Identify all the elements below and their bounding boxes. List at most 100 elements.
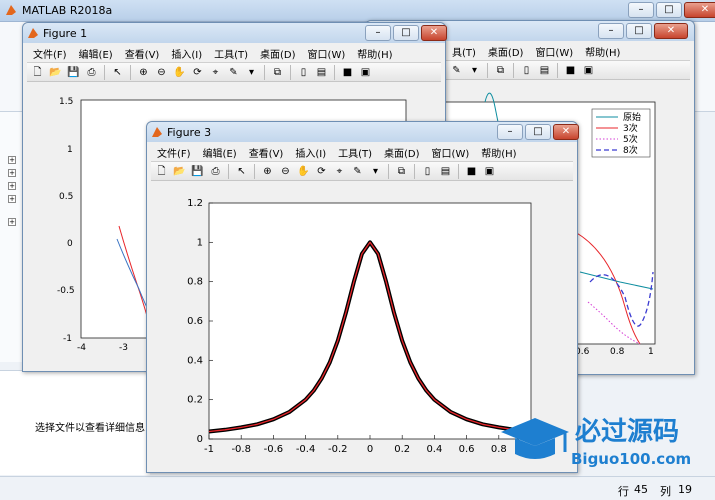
- y-tick-label: 0: [67, 239, 73, 249]
- menu-item[interactable]: 编辑(E): [197, 144, 243, 160]
- tree-expander[interactable]: +: [8, 195, 16, 203]
- close-button[interactable]: ✕: [421, 25, 447, 41]
- x-tick-label: 1: [648, 347, 654, 357]
- tree-expander[interactable]: +: [8, 169, 16, 177]
- rotate-icon[interactable]: ⟳: [190, 65, 205, 80]
- legend-icon[interactable]: ▤: [314, 65, 329, 80]
- menu-item[interactable]: 窗口(W): [529, 43, 579, 59]
- brand-watermark: 必过源码 Biguo100.com: [493, 410, 715, 476]
- open-file-icon[interactable]: 📂: [172, 164, 187, 179]
- tree-expander[interactable]: +: [8, 182, 16, 190]
- figure3-title: Figure 3: [167, 126, 212, 139]
- legend-label: 3次: [623, 122, 638, 134]
- menu-item[interactable]: 桌面(D): [378, 144, 426, 160]
- menu-item[interactable]: 窗口(W): [426, 144, 476, 160]
- menu-item[interactable]: 帮助(H): [351, 45, 398, 61]
- menu-item[interactable]: 桌面(D): [254, 45, 302, 61]
- zoom-in-icon[interactable]: ⊕: [260, 164, 275, 179]
- colorbar-icon[interactable]: ▯: [420, 164, 435, 179]
- new-figure-icon[interactable]: 🗋: [154, 164, 169, 179]
- file-browser-panel: + + + + +: [0, 112, 24, 362]
- link-plot-icon[interactable]: ⧉: [270, 65, 285, 80]
- menu-item[interactable]: 桌面(D): [482, 43, 530, 59]
- tree-expander[interactable]: +: [8, 156, 16, 164]
- figure1-titlebar: Figure 1 – □ ✕: [23, 23, 447, 43]
- maximize-button[interactable]: □: [656, 2, 682, 18]
- link-plot-icon[interactable]: ⧉: [493, 63, 508, 78]
- menu-item[interactable]: 工具(T): [332, 144, 378, 160]
- status-bar: 行 45 列 19: [0, 476, 715, 500]
- y-tick-label: 0: [197, 434, 203, 445]
- print-icon[interactable]: ⎙: [84, 65, 99, 80]
- colorbar-icon[interactable]: ▯: [519, 63, 534, 78]
- hide-plot-tools-icon[interactable]: ■: [464, 164, 479, 179]
- menu-item[interactable]: 文件(F): [27, 45, 73, 61]
- colorbar-icon[interactable]: ▯: [296, 65, 311, 80]
- menu-item[interactable]: 工具(T): [208, 45, 254, 61]
- figure1-menubar: 文件(F) 编辑(E) 查看(V) 插入(I) 工具(T) 桌面(D) 窗口(W…: [27, 45, 441, 61]
- print-icon[interactable]: ⎙: [208, 164, 223, 179]
- pointer-icon[interactable]: ↖: [110, 65, 125, 80]
- pan-icon[interactable]: ✋: [296, 164, 311, 179]
- data-cursor-icon[interactable]: ⌖: [332, 164, 347, 179]
- brand-name: 必过源码: [575, 417, 679, 447]
- minimize-button[interactable]: –: [598, 23, 624, 39]
- pointer-icon[interactable]: ↖: [234, 164, 249, 179]
- details-panel: 选择文件以查看详细信息: [0, 370, 150, 475]
- figure2-legend[interactable]: 原始 3次 5次 8次: [591, 108, 651, 158]
- menu-item[interactable]: 插入(I): [289, 144, 332, 160]
- zoom-out-icon[interactable]: ⊖: [278, 164, 293, 179]
- close-button[interactable]: ✕: [654, 23, 688, 39]
- figure3-toolbar: 🗋 📂 💾 ⎙ ↖ ⊕ ⊖ ✋ ⟳ ⌖ ✎ ▾ ⧉ ▯ ▤ ■ ▣: [151, 161, 573, 181]
- menu-item[interactable]: 帮助(H): [579, 43, 626, 59]
- show-plot-tools-icon[interactable]: ▣: [358, 65, 373, 80]
- matlab-titlebar: MATLAB R2018a – □ ✕: [0, 0, 715, 22]
- maximize-button[interactable]: □: [525, 124, 551, 140]
- y-tick-label: 1.2: [187, 198, 203, 209]
- x-tick-label: 0.8: [610, 347, 625, 357]
- hide-plot-tools-icon[interactable]: ■: [340, 65, 355, 80]
- legend-label: 原始: [623, 111, 641, 123]
- close-button[interactable]: ✕: [553, 124, 579, 140]
- zoom-out-icon[interactable]: ⊖: [154, 65, 169, 80]
- dropdown-arrow-icon[interactable]: ▾: [467, 63, 482, 78]
- menu-item[interactable]: 窗口(W): [302, 45, 352, 61]
- save-icon[interactable]: 💾: [190, 164, 205, 179]
- legend-icon[interactable]: ▤: [438, 164, 453, 179]
- brush-icon[interactable]: ✎: [449, 63, 464, 78]
- brush-icon[interactable]: ✎: [226, 65, 241, 80]
- dropdown-arrow-icon[interactable]: ▾: [368, 164, 383, 179]
- brand-url: Biguo100.com: [571, 450, 691, 468]
- menu-item[interactable]: 插入(I): [165, 45, 208, 61]
- zoom-in-icon[interactable]: ⊕: [136, 65, 151, 80]
- save-icon[interactable]: 💾: [66, 65, 81, 80]
- new-figure-icon[interactable]: 🗋: [30, 65, 45, 80]
- legend-icon[interactable]: ▤: [537, 63, 552, 78]
- close-button[interactable]: ✕: [684, 2, 715, 18]
- menu-item[interactable]: 查看(V): [119, 45, 166, 61]
- show-plot-tools-icon[interactable]: ▣: [482, 164, 497, 179]
- rotate-icon[interactable]: ⟳: [314, 164, 329, 179]
- maximize-button[interactable]: □: [626, 23, 652, 39]
- minimize-button[interactable]: –: [497, 124, 523, 140]
- link-plot-icon[interactable]: ⧉: [394, 164, 409, 179]
- matlab-window-controls: – □ ✕: [628, 2, 715, 19]
- pan-icon[interactable]: ✋: [172, 65, 187, 80]
- menu-item[interactable]: 编辑(E): [73, 45, 119, 61]
- legend-label: 5次: [623, 133, 638, 145]
- show-plot-tools-icon[interactable]: ▣: [581, 63, 596, 78]
- menu-item[interactable]: 文件(F): [151, 144, 197, 160]
- hide-plot-tools-icon[interactable]: ■: [563, 63, 578, 78]
- dropdown-arrow-icon[interactable]: ▾: [244, 65, 259, 80]
- menu-item[interactable]: 具(T): [446, 43, 482, 59]
- maximize-button[interactable]: □: [393, 25, 419, 41]
- brush-icon[interactable]: ✎: [350, 164, 365, 179]
- data-cursor-icon[interactable]: ⌖: [208, 65, 223, 80]
- minimize-button[interactable]: –: [365, 25, 391, 41]
- open-file-icon[interactable]: 📂: [48, 65, 63, 80]
- tree-expander[interactable]: +: [8, 218, 16, 226]
- minimize-button[interactable]: –: [628, 2, 654, 18]
- menu-item[interactable]: 查看(V): [243, 144, 290, 160]
- y-tick-label: 0.2: [187, 395, 203, 406]
- menu-item[interactable]: 帮助(H): [475, 144, 522, 160]
